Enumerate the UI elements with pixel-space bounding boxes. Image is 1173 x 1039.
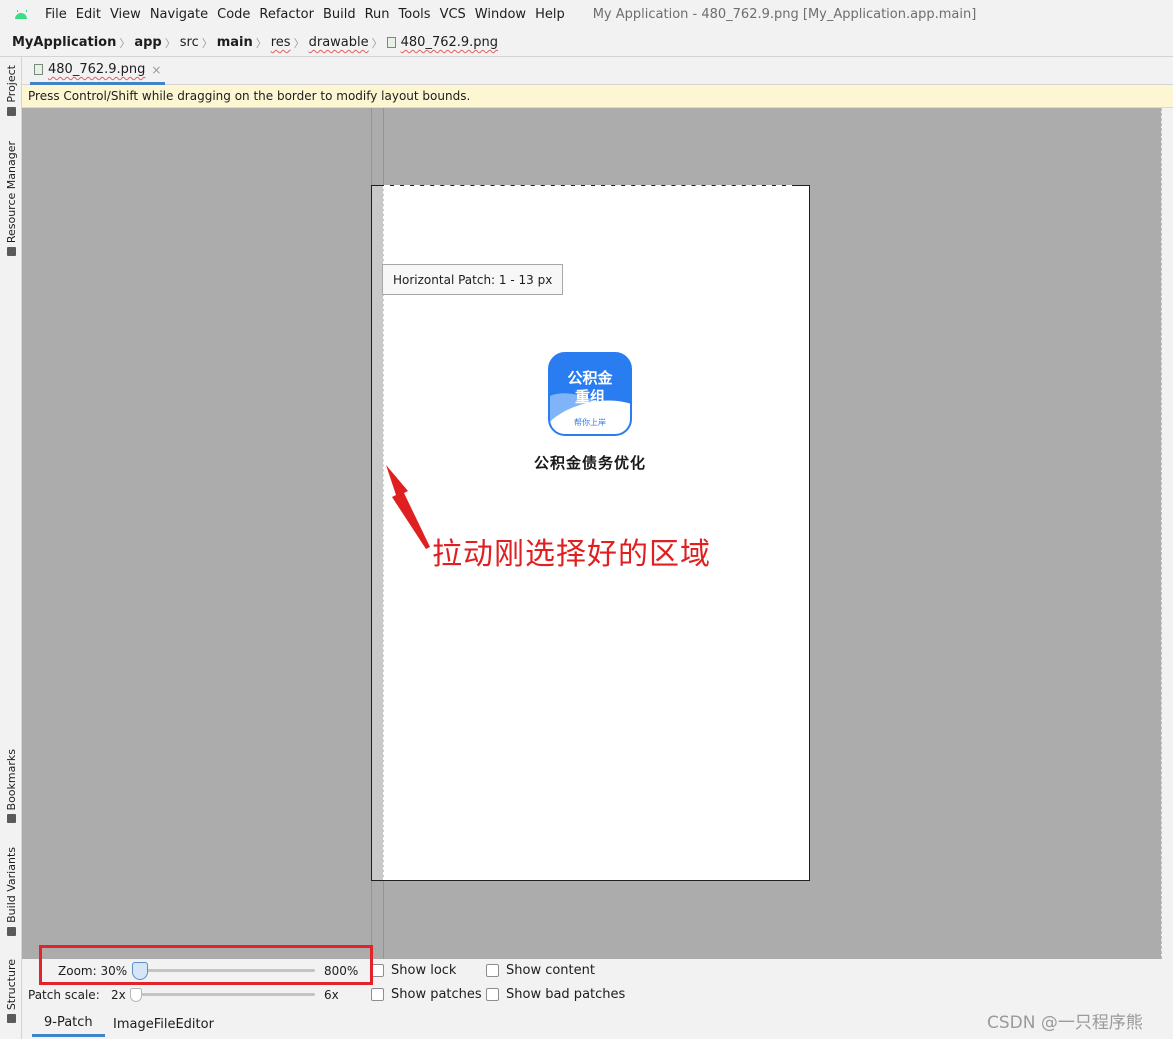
patch-scale-label: Patch scale: [28,988,100,1002]
menu-tools[interactable]: Tools [399,7,431,22]
menu-help[interactable]: Help [535,7,565,22]
android-icon [6,926,16,936]
checkbox-box[interactable] [371,988,384,1001]
icon-text-line1: 公积金 [567,369,613,387]
resource-icon [6,247,16,257]
patch-scale-slider[interactable] [130,993,315,996]
show-bad-patches-label: Show bad patches [506,987,626,1002]
breadcrumb: MyApplication 〉 app 〉 src 〉 main 〉 res 〉… [0,29,1173,57]
menu-run[interactable]: Run [365,7,390,22]
breadcrumb-src[interactable]: src [180,35,199,50]
patch-tooltip: Horizontal Patch: 1 - 13 px [382,264,564,295]
show-lock-label: Show lock [391,963,457,978]
app-launcher-icon: 公积金 重组 帮你上岸 [548,352,632,436]
tool-window-build-variants-label: Build Variants [4,847,18,923]
tool-window-bookmarks[interactable]: Bookmarks [2,749,20,824]
tab-9-patch[interactable]: 9-Patch [32,1011,105,1037]
info-banner-text: Press Control/Shift while dragging on th… [28,89,471,103]
checkbox-box[interactable] [486,964,499,977]
chevron-right-icon: 〉 [255,36,267,50]
breadcrumb-drawable[interactable]: drawable [309,35,369,50]
watermark: CSDN @一只程序熊 [987,1013,1143,1033]
image-file-icon [34,64,43,75]
bookmark-icon [6,814,16,824]
menu-window[interactable]: Window [475,7,526,22]
editor-tab-480-762[interactable]: 480_762.9.png × [30,57,166,85]
chevron-right-icon: 〉 [119,36,131,50]
show-patches-checkbox[interactable]: Show patches [371,987,482,1002]
icon-text-line2: 重组 [574,388,605,406]
right-tool-strip [1161,108,1173,959]
annotation-text: 拉动刚选择好的区域 [432,537,711,572]
menu-build[interactable]: Build [323,7,356,22]
menu-file[interactable]: File [45,7,67,22]
window-title: My Application - 480_762.9.png [My_Appli… [592,7,977,22]
highlight-frame [39,945,373,985]
editor-tab-bar: 480_762.9.png × [22,57,1173,85]
editor-tab-label: 480_762.9.png [48,62,146,77]
close-icon[interactable]: × [151,63,161,77]
android-studio-logo-icon [14,9,28,20]
tool-window-structure[interactable]: Structure [2,959,20,1024]
checkbox-box[interactable] [486,988,499,1001]
nine-patch-canvas[interactable]: Horizontal Patch: 1 - 13 px 公积金 重组 帮你上岸 … [22,108,1161,959]
info-banner: Press Control/Shift while dragging on th… [22,85,1173,108]
menu-navigate[interactable]: Navigate [150,7,208,22]
tool-window-project-label: Project [4,65,18,103]
menu-view[interactable]: View [110,7,141,22]
tool-window-structure-label: Structure [4,959,18,1011]
tool-window-project[interactable]: Project [2,65,20,116]
show-content-checkbox[interactable]: Show content [486,963,595,978]
tool-window-bookmarks-label: Bookmarks [4,749,18,811]
tool-window-resource-manager[interactable]: Resource Manager [2,141,20,257]
chevron-right-icon: 〉 [293,36,305,50]
breadcrumb-project[interactable]: MyApplication [12,35,116,50]
left-tool-strip: Project Resource Manager Bookmarks Build… [0,57,22,1039]
tab-image-file-editor[interactable]: ImageFileEditor [101,1011,226,1037]
breadcrumb-main[interactable]: main [217,35,253,50]
chevron-right-icon: 〉 [201,36,213,50]
show-patches-label: Show patches [391,987,482,1002]
menu-refactor[interactable]: Refactor [259,7,314,22]
show-lock-checkbox[interactable]: Show lock [371,963,456,978]
patch-scale-min-label: 2x [111,988,126,1002]
menu-edit[interactable]: Edit [76,7,101,22]
image-file-icon [386,37,396,48]
menu-bar: File Edit View Navigate Code Refactor Bu… [0,0,1173,29]
tool-window-resource-manager-label: Resource Manager [4,141,18,244]
breadcrumb-module[interactable]: app [134,35,161,50]
menu-vcs[interactable]: VCS [440,7,466,22]
breadcrumb-file[interactable]: 480_762.9.png [401,35,498,50]
top-patch-marker[interactable] [384,185,792,187]
chevron-right-icon: 〉 [164,36,176,50]
folder-icon [6,106,16,116]
splash-caption: 公积金债务优化 [533,454,646,472]
patch-scale-slider-thumb[interactable] [130,988,142,1002]
patch-scale-max-label: 6x [324,988,339,1002]
structure-icon [6,1014,16,1024]
menu-code[interactable]: Code [217,7,250,22]
show-bad-patches-checkbox[interactable]: Show bad patches [486,987,625,1002]
tab-9-patch-label: 9-Patch [44,1015,93,1030]
patch-tooltip-text: Horizontal Patch: 1 - 13 px [393,272,553,287]
show-content-label: Show content [506,963,595,978]
chevron-right-icon: 〉 [371,36,383,50]
tool-window-build-variants[interactable]: Build Variants [2,847,20,936]
tab-image-file-editor-label: ImageFileEditor [113,1016,214,1032]
icon-text-line3: 帮你上岸 [574,418,606,427]
breadcrumb-res[interactable]: res [271,35,291,50]
